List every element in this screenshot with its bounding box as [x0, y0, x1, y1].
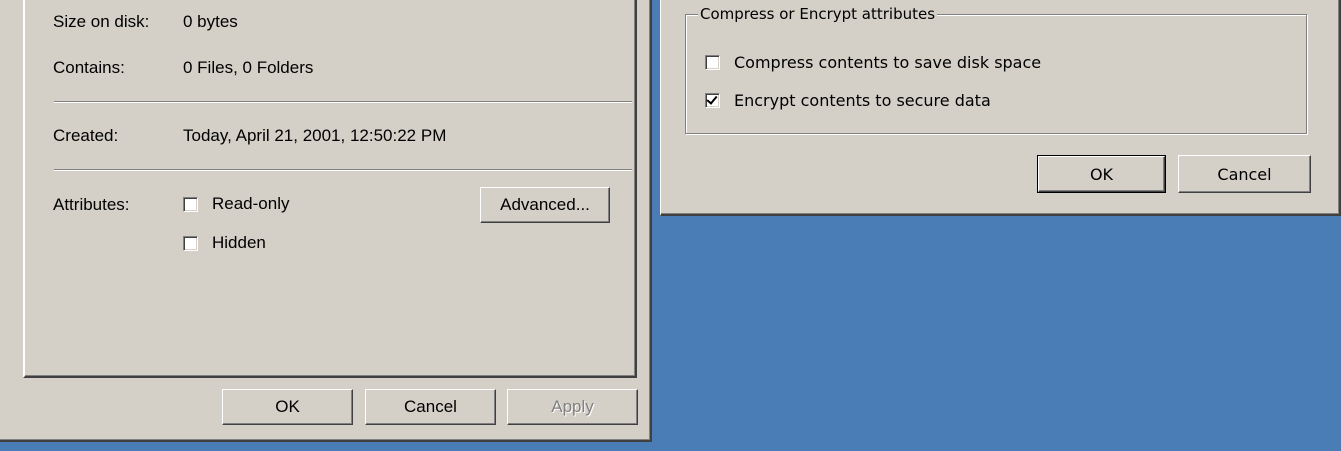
created-label: Created:: [53, 126, 119, 145]
compress-label: Compress contents to save disk space: [734, 53, 1042, 72]
encrypt-checkbox-row[interactable]: Encrypt contents to secure data: [705, 91, 991, 110]
contains-value: 0 Files, 0 Folders: [183, 58, 314, 77]
groupbox-title: Compress or Encrypt attributes: [698, 5, 938, 23]
encrypt-label: Encrypt contents to secure data: [734, 91, 991, 110]
hidden-label: Hidden: [212, 233, 266, 252]
properties-dialog: Size on disk: 0 bytes Contains: 0 Files,…: [0, 0, 652, 442]
attributes-label: Attributes:: [53, 195, 130, 214]
created-value: Today, April 21, 2001, 12:50:22 PM: [183, 126, 447, 145]
compress-checkbox-row[interactable]: Compress contents to save disk space: [705, 53, 1041, 72]
hidden-checkbox-row[interactable]: Hidden: [183, 233, 266, 253]
advanced-attributes-dialog: Compress or Encrypt attributes Compress …: [660, 0, 1341, 216]
compress-checkbox[interactable]: [705, 55, 720, 70]
hidden-checkbox[interactable]: [183, 235, 198, 251]
compress-encrypt-groupbox: Compress or Encrypt attributes Compress …: [685, 5, 1307, 134]
separator: [54, 101, 632, 103]
size-on-disk-value: 0 bytes: [183, 12, 238, 31]
contains-label: Contains:: [53, 58, 125, 77]
separator: [54, 169, 632, 171]
cancel-button[interactable]: Cancel: [365, 389, 496, 425]
apply-button[interactable]: Apply: [507, 389, 638, 425]
ok-button[interactable]: OK: [222, 389, 353, 425]
general-tab-panel: Size on disk: 0 bytes Contains: 0 Files,…: [23, 0, 637, 378]
size-on-disk-label: Size on disk:: [53, 12, 150, 31]
cancel-button[interactable]: Cancel: [1178, 155, 1311, 193]
ok-button[interactable]: OK: [1037, 155, 1166, 193]
advanced-button[interactable]: Advanced...: [480, 187, 610, 223]
encrypt-checkbox[interactable]: [705, 93, 720, 108]
readonly-checkbox-row[interactable]: Read-only: [183, 194, 290, 214]
readonly-checkbox[interactable]: [183, 196, 198, 212]
readonly-label: Read-only: [212, 194, 290, 213]
